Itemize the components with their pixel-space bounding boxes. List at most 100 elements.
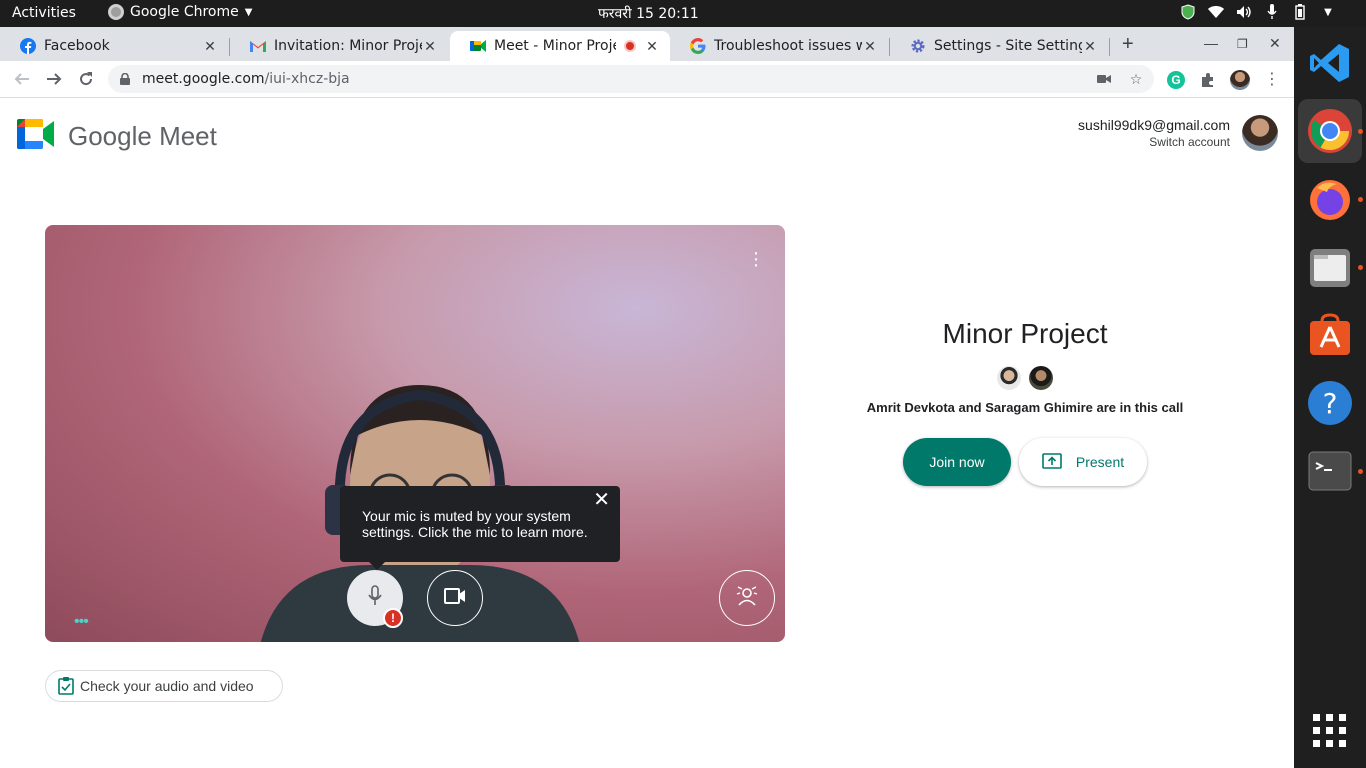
present-button[interactable]: Present	[1019, 438, 1147, 486]
meeting-title: Minor Project	[942, 318, 1108, 349]
close-icon[interactable]: ✕	[593, 490, 610, 510]
mic-muted-tooltip: Your mic is muted by your system setting…	[340, 486, 620, 570]
activities-button[interactable]: Activities	[12, 5, 76, 21]
tab-title: Meet - Minor Projec	[494, 38, 616, 54]
chrome-menu-icon[interactable]: ⋮	[1262, 70, 1282, 90]
terminal-icon[interactable]	[1306, 447, 1354, 495]
more-options-icon[interactable]: · · ·	[750, 243, 762, 275]
meet-logo-icon	[17, 119, 54, 154]
tab-strip: Facebook ✕ Invitation: Minor Proje ✕ Mee…	[0, 27, 1294, 61]
tab-title: Troubleshoot issues wi	[714, 38, 862, 54]
present-screen-icon	[1042, 452, 1062, 472]
close-icon[interactable]: ✕	[644, 38, 660, 55]
meet-icon	[470, 38, 486, 54]
tooltip-text: Your mic is muted by your system setting…	[362, 508, 588, 540]
system-top-bar: Activities Google Chrome ▼ फरवरी 15 20:1…	[0, 0, 1366, 27]
running-indicator	[1358, 197, 1363, 202]
microphone-tray-icon[interactable]	[1264, 4, 1280, 20]
url-host: meet.google.com	[142, 71, 265, 87]
check-audio-video-button[interactable]: Check your audio and video	[45, 670, 283, 702]
chrome-small-icon	[108, 4, 124, 20]
reload-button[interactable]	[76, 69, 96, 89]
running-indicator	[1358, 265, 1363, 270]
meet-logo-text: Google Meet	[68, 121, 217, 151]
new-tab-button[interactable]: +	[1122, 33, 1134, 56]
tab-title: Invitation: Minor Proje	[274, 38, 422, 54]
visual-effects-button[interactable]	[719, 570, 775, 626]
join-now-button[interactable]: Join now	[903, 438, 1011, 486]
video-camera-icon	[444, 587, 466, 609]
close-icon[interactable]: ✕	[422, 38, 438, 55]
app-menu[interactable]: Google Chrome ▼	[108, 4, 252, 20]
account-info: sushil99dk9@gmail.com Switch account	[1078, 117, 1230, 149]
participant-avatar	[1029, 366, 1053, 390]
grammarly-extension-icon[interactable]: G	[1166, 70, 1186, 90]
check-av-label: Check your audio and video	[80, 678, 254, 694]
battery-icon[interactable]	[1292, 4, 1308, 20]
visual-effects-icon	[736, 585, 758, 612]
google-meet-logo[interactable]: Google Meet	[17, 119, 217, 154]
microphone-icon	[367, 584, 383, 612]
svg-text:?: ?	[1323, 387, 1338, 420]
mic-error-badge: !	[383, 608, 403, 628]
facebook-icon	[20, 38, 36, 54]
minimize-button[interactable]: —	[1204, 35, 1218, 51]
star-icon[interactable]: ☆	[1128, 71, 1144, 87]
vscode-icon[interactable]	[1306, 39, 1354, 87]
switch-account-link[interactable]: Switch account	[1078, 135, 1230, 149]
running-indicator	[1358, 469, 1363, 474]
extensions-puzzle-icon[interactable]	[1198, 70, 1218, 90]
tab-title: Facebook	[44, 38, 110, 54]
software-icon[interactable]	[1306, 311, 1354, 359]
tab-title: Settings - Site Settings	[934, 38, 1082, 54]
participant-avatars	[830, 366, 1220, 390]
forward-button[interactable]	[44, 69, 64, 89]
clock[interactable]: फरवरी 15 20:11	[598, 4, 699, 23]
account-email: sushil99dk9@gmail.com	[1078, 117, 1230, 133]
address-bar[interactable]: meet.google.com/iui-xhcz-bja ☆	[108, 65, 1154, 93]
participants-in-call-text: Amrit Devkota and Saragam Ghimire are in…	[866, 400, 1184, 415]
close-icon[interactable]: ✕	[862, 38, 878, 55]
present-label: Present	[1075, 454, 1125, 470]
restore-button[interactable]: ❐	[1237, 37, 1248, 51]
firefox-icon[interactable]	[1306, 175, 1354, 223]
app-grid-icon[interactable]	[1306, 707, 1354, 755]
caret-down-icon[interactable]: ▼	[1320, 4, 1336, 20]
url-path: /iui-xhcz-bja	[264, 71, 350, 87]
profile-avatar[interactable]	[1230, 70, 1250, 90]
camera-button[interactable]	[427, 570, 483, 626]
video-preview: · · · ••• ! Your mic is muted by your syst…	[45, 225, 785, 642]
ubuntu-dock: ?	[1294, 27, 1366, 768]
tab-settings[interactable]: Settings - Site Settings ✕	[890, 31, 1108, 61]
tab-invitation[interactable]: Invitation: Minor Proje ✕	[230, 31, 448, 61]
participant-avatar	[997, 366, 1021, 390]
system-tray[interactable]: ▼	[1180, 4, 1336, 20]
lock-icon[interactable]	[120, 72, 130, 85]
close-icon[interactable]: ✕	[1082, 38, 1098, 55]
close-icon[interactable]: ✕	[202, 38, 218, 55]
tab-meet[interactable]: Meet - Minor Projec ✕	[450, 31, 670, 61]
camera-in-use-icon[interactable]	[1096, 71, 1112, 87]
shield-icon[interactable]	[1180, 4, 1196, 20]
audio-level-indicator: •••	[74, 613, 89, 630]
app-menu-label: Google Chrome	[130, 4, 239, 20]
join-actions: Join now Present	[903, 438, 1147, 486]
tab-separator	[1109, 38, 1110, 56]
tab-facebook[interactable]: Facebook ✕	[0, 31, 228, 61]
clipboard-check-icon	[58, 677, 74, 695]
recording-indicator-icon	[624, 40, 636, 52]
account-avatar[interactable]	[1242, 115, 1278, 151]
settings-gear-icon	[910, 38, 926, 54]
gmail-icon	[250, 38, 266, 54]
files-icon[interactable]	[1306, 243, 1354, 291]
running-indicator	[1358, 129, 1363, 134]
url-text[interactable]: meet.google.com/iui-xhcz-bja	[142, 71, 350, 87]
back-button[interactable]	[12, 69, 32, 89]
join-panel: Minor Project Amrit Devkota and Saragam …	[830, 318, 1220, 415]
volume-icon[interactable]	[1236, 4, 1252, 20]
tab-troubleshoot[interactable]: Troubleshoot issues wi ✕	[670, 31, 888, 61]
help-icon[interactable]: ?	[1306, 379, 1354, 427]
chrome-icon[interactable]	[1298, 99, 1362, 163]
close-window-button[interactable]: ✕	[1269, 35, 1281, 52]
wifi-icon[interactable]	[1208, 4, 1224, 20]
